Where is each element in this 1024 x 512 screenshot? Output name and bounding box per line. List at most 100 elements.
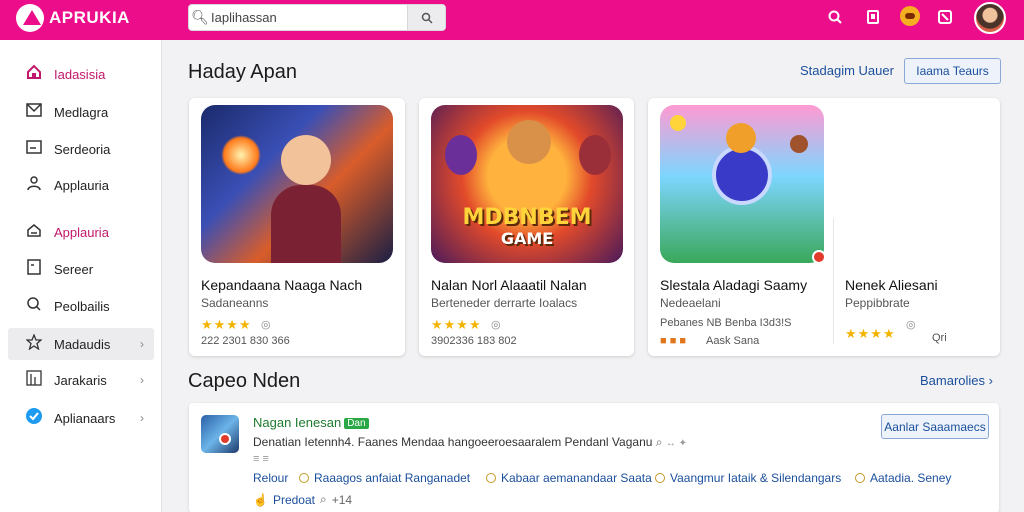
see-more-label: Bamarolies [920, 373, 986, 388]
rating-stars: ★★★★ [431, 317, 482, 332]
app-card[interactable]: Slestala Aladagi Saamy Nedeaelani Pebane… [648, 98, 833, 356]
badge-icon [812, 250, 826, 264]
tag-icon [655, 473, 665, 483]
app-card[interactable]: MDBNBEM GAME Nalan Norl Alaaatil Nalan B… [419, 98, 634, 356]
sidebar-item-label: Medlagra [54, 104, 109, 120]
section-title: Capeo Nden [188, 370, 301, 392]
tag[interactable]: Relour [253, 471, 288, 485]
tag[interactable]: Raaagos anfaiat Ranganadet [299, 471, 470, 485]
share-icon[interactable] [936, 8, 954, 26]
chevron-right-icon: › [985, 373, 993, 388]
item-description: Denatian Ietennh4. Faanes Mendaa hangoee… [253, 435, 687, 450]
app-card[interactable]: Nenek Aliesani Peppibbrate ★★★★ ◎ Qri [834, 98, 1000, 356]
sidebar-item-stack[interactable]: Applauria [8, 216, 154, 248]
chat-icon [24, 296, 44, 316]
see-more-link[interactable]: Bamarolies › [920, 373, 993, 388]
tag-icon [486, 473, 496, 483]
sidebar-item-label: Peolbailis [54, 298, 110, 314]
search-icon[interactable] [826, 8, 844, 26]
game-controller-icon[interactable] [900, 6, 920, 26]
app-meta: Aask Sana [706, 335, 760, 347]
tag[interactable]: Vaangmur Iataik & Silendangars [655, 471, 841, 485]
sidebar-item-label: Aplianaars [54, 410, 116, 426]
app-meta: 222 2301 830 366 [201, 335, 290, 347]
sidebar-item-bird[interactable]: Aplianaars › [8, 402, 154, 434]
chart-icon [24, 370, 44, 390]
item-title: Nagan Ienesan [253, 415, 342, 430]
section-title: Haday Apan [188, 61, 297, 83]
search-icon [421, 12, 433, 24]
app-meta: Qri [932, 332, 947, 344]
mail-icon [24, 103, 44, 121]
art-subtitle-text: GAME [500, 229, 554, 248]
character-graphic [712, 145, 772, 205]
tag[interactable]: Aatadia. Seney [855, 471, 951, 485]
info-icon: ◎ [906, 319, 916, 331]
app-logo[interactable]: APRUKIA [16, 4, 130, 32]
monster-graphic [579, 135, 611, 175]
person-icon [24, 175, 44, 195]
app-title: Nalan Norl Alaaatil Nalan [431, 277, 587, 293]
search-button[interactable] [407, 5, 445, 30]
app-title: Slestala Aladagi Saamy [660, 277, 808, 293]
sidebar-item-label: Jarakaris [54, 372, 107, 388]
list-item[interactable]: Nagan Ienesan Dan Denatian Ietennh4. Faan… [189, 403, 999, 512]
bookmark-icon[interactable] [864, 8, 882, 26]
sidebar-item-label: Applauria [54, 177, 109, 193]
expand-icon: ↔ ✦ [665, 438, 688, 449]
sidebar-item-label: Madaudis [54, 336, 111, 352]
coin-graphic [790, 135, 808, 153]
app-title: Kepandaana Naaga Nach [201, 277, 363, 293]
tag-label: Raaagos anfaiat Ranganadet [314, 471, 471, 485]
sidebar-item-label: Iadasisia [54, 66, 106, 82]
sidebar-item-label: Applauria [54, 224, 109, 240]
search-bar: 🔍︎ [188, 4, 446, 31]
rating-stars: ★★★★ [845, 326, 896, 341]
tag-icon [299, 473, 309, 483]
app-subtitle: Berteneder derrarte Ioalacs [431, 296, 578, 310]
chevron-right-icon: › [140, 373, 144, 387]
app-card-group: Slestala Aladagi Saamy Nedeaelani Pebane… [648, 98, 1000, 356]
character-body-graphic [271, 185, 341, 263]
sidebar-item-mail[interactable]: Medlagra [8, 96, 154, 128]
featured-button[interactable]: Iaama Teaurs [904, 58, 1001, 84]
sidebar-item-home[interactable]: Iadasisia [8, 58, 154, 90]
sidebar-item-star[interactable]: Madaudis › [8, 328, 154, 360]
sidebar-item-card[interactable]: Serdeoria [8, 133, 154, 165]
sidebar-item-person[interactable]: Applauria [8, 169, 154, 201]
see-all-link[interactable]: Stadagim Uauer [800, 63, 894, 78]
app-meta: Pebanes NB Benba I3d3!S [660, 317, 792, 329]
app-subtitle: Sadaneanns [201, 296, 269, 310]
avatar[interactable] [974, 2, 1006, 34]
logo-icon [16, 4, 44, 32]
search-input[interactable] [211, 5, 407, 30]
search-icon: ⌕ [655, 435, 663, 449]
sidebar-item-chat[interactable]: Peolbailis [8, 290, 154, 322]
app-card[interactable]: Kepandaana Naaga Nach Sadaneanns ★★★★ ◎ … [189, 98, 405, 356]
muzzle-flash-graphic [221, 135, 261, 175]
logo-text: APRUKIA [49, 8, 130, 27]
sidebar-item-label: Serdeoria [54, 141, 111, 157]
tag[interactable]: Kabaar aemanandaar Saata [486, 471, 652, 485]
footer-link[interactable]: ☝ Predoat ⌕ +14 [253, 492, 352, 507]
pointer-icon: ☝ [253, 492, 268, 507]
game-artwork: MDBNBEM GAME [431, 105, 623, 263]
info-icon: ◎ [261, 319, 271, 331]
game-artwork [660, 105, 824, 263]
footer-meta: +14 [331, 492, 353, 507]
top-bar: APRUKIA 🔍︎ [0, 0, 1024, 40]
app-title: Nenek Aliesani [845, 277, 938, 293]
chevron-right-icon: › [140, 337, 144, 351]
app-subtitle: Peppibbrate [845, 296, 910, 310]
info-icon: ◎ [491, 319, 501, 331]
sidebar: Iadasisia Medlagra Serdeoria Applauria A… [0, 40, 162, 512]
game-artwork [201, 105, 393, 263]
tag-label: Aatadia. Seney [870, 471, 952, 485]
status-badge: Dan [344, 418, 369, 430]
rating-stars: ★★★★ [201, 317, 252, 332]
award-icon: ■ ■ ■ [660, 335, 687, 347]
item-action-button[interactable]: Aanlar Saaamaecs [881, 414, 989, 439]
tag-label: Kabaar aemanandaar Saata [501, 471, 652, 485]
sidebar-item-chart[interactable]: Jarakaris › [8, 364, 154, 396]
sidebar-item-file[interactable]: Sereer [8, 253, 154, 285]
